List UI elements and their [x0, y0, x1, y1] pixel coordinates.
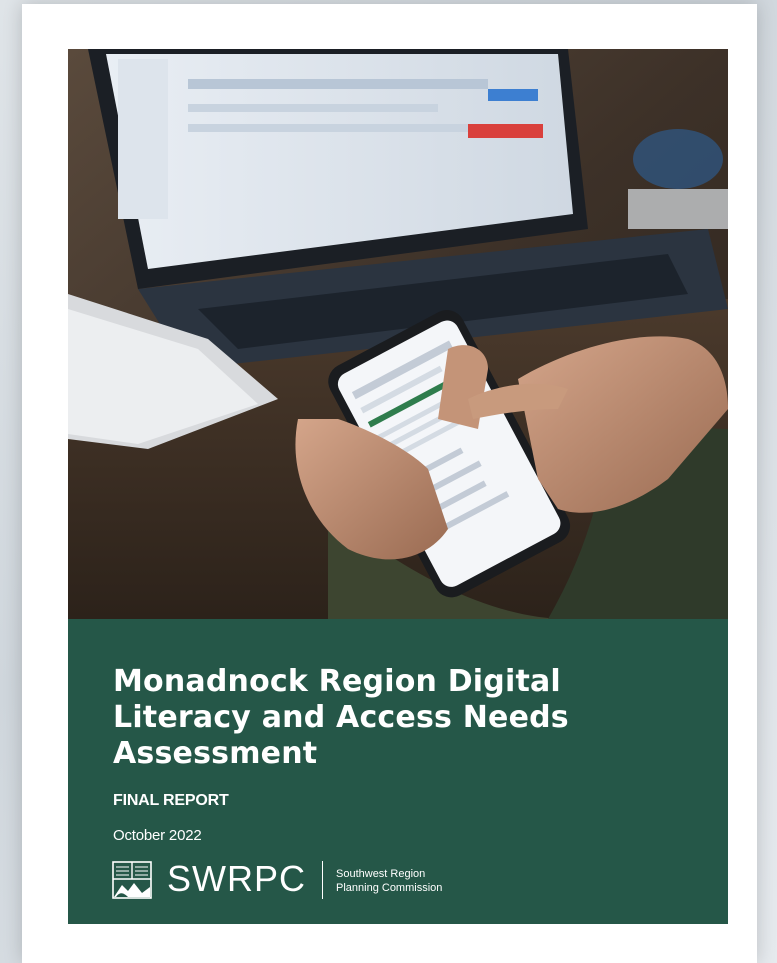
organization-name-line1: Southwest Region: [336, 868, 426, 880]
report-subtitle: FINAL REPORT: [113, 792, 229, 809]
report-title: Monadnock Region Digital Literacy and Ac…: [113, 664, 569, 771]
report-cover-page: Monadnock Region Digital Literacy and Ac…: [22, 4, 757, 963]
photo-hands-smartphone-laptop: [68, 49, 728, 619]
cover-photo: [68, 49, 728, 619]
logo-divider: [322, 861, 323, 899]
swrpc-acronym: SWRPC: [167, 858, 306, 899]
title-band: Monadnock Region Digital Literacy and Ac…: [68, 619, 728, 924]
report-date: October 2022: [113, 827, 202, 844]
swrpc-logo-icon: [112, 861, 152, 899]
organization-name: Southwest Region Planning Commission: [336, 867, 442, 895]
organization-name-line2: Planning Commission: [336, 882, 443, 894]
swrpc-logo: SWRPC Southwest Region Planning Commissi…: [112, 855, 512, 903]
